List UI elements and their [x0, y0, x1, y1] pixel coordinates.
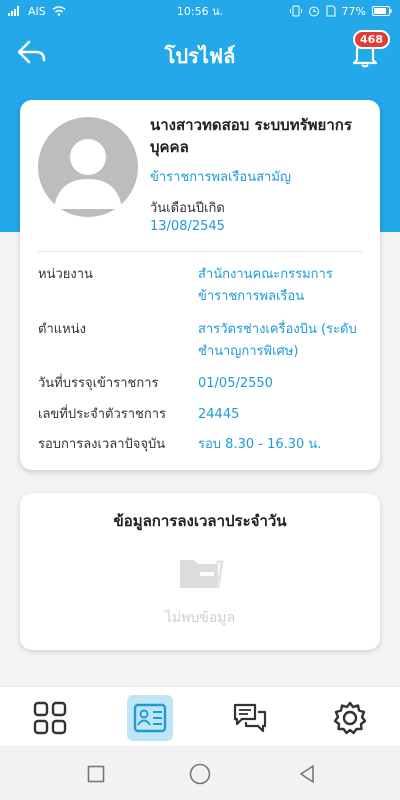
- nav-messages[interactable]: [227, 695, 273, 741]
- recent-apps-button[interactable]: [84, 762, 108, 786]
- info-row-shift: รอบการลงเวลาปัจจุบัน รอบ 8.30 - 16.30 น.: [38, 434, 368, 456]
- info-row-agency: หน่วยงาน สำนักงานคณะกรรมการข้าราชการพลเร…: [38, 264, 368, 308]
- sim-icon: [326, 5, 336, 17]
- system-nav-bar: [0, 746, 400, 800]
- triangle-back-icon: [300, 765, 314, 783]
- nav-settings[interactable]: [327, 695, 373, 741]
- vibrate-icon: [289, 5, 302, 17]
- profile-card: นางสาวทดสอบ ระบบทรัพยากรบุคคล ข้าราชการพ…: [20, 100, 380, 470]
- user-silhouette-icon: [54, 139, 122, 209]
- daily-attendance-card: ข้อมูลการลงเวลาประจำวัน ไม่พบข้อมูล: [20, 493, 380, 650]
- info-label: หน่วยงาน: [38, 267, 93, 282]
- info-label: รอบการลงเวลาปัจจุบัน: [38, 437, 166, 452]
- signal-icon: [8, 6, 19, 16]
- notification-button[interactable]: 468: [350, 30, 390, 70]
- page-title: โปรไฟล์: [164, 44, 236, 68]
- info-value: 24445: [198, 407, 240, 422]
- dob-label: วันเดือนปีเกิด: [150, 201, 225, 216]
- notification-badge: 468: [353, 30, 390, 49]
- info-label: ตำแหน่ง: [38, 322, 86, 337]
- info-value: สำนักงานคณะกรรมการข้าราชการพลเรือน: [198, 267, 333, 304]
- battery-label: 77%: [341, 4, 366, 18]
- alarm-icon: [308, 6, 319, 17]
- empty-state-text: ไม่พบข้อมูล: [164, 610, 236, 626]
- info-value: รอบ 8.30 - 16.30 น.: [198, 437, 322, 452]
- nav-home[interactable]: [27, 695, 73, 741]
- info-row-employee-id: เลขที่ประจำตัวราชการ 24445: [38, 404, 368, 426]
- info-label: วันที่บรรจุเข้าราชการ: [38, 376, 159, 391]
- home-button[interactable]: [188, 762, 212, 786]
- divider: [38, 251, 362, 252]
- grid-icon: [33, 701, 67, 735]
- bottom-nav: [0, 686, 400, 746]
- status-bar: AIS 10:56 น. 77%: [0, 0, 400, 22]
- wifi-icon: [52, 6, 66, 16]
- empty-folder-icon: [178, 556, 224, 596]
- avatar: [38, 117, 138, 217]
- system-back-button[interactable]: [295, 762, 319, 786]
- info-label: เลขที่ประจำตัวราชการ: [38, 407, 167, 422]
- info-row-start-date: วันที่บรรจุเข้าราชการ 01/05/2550: [38, 373, 368, 395]
- gear-icon: [333, 701, 367, 735]
- app-header: โปรไฟล์ 468: [0, 22, 400, 84]
- battery-icon: [372, 6, 392, 16]
- square-icon: [87, 765, 105, 783]
- daily-attendance-title: ข้อมูลการลงเวลาประจำวัน: [113, 512, 287, 530]
- info-value: สารวัตรช่างเครื่องบิน (ระดับชำนาญการพิเศ…: [198, 322, 357, 359]
- dob-value: 13/08/2545: [150, 219, 225, 234]
- profile-rank: ข้าราชการพลเรือนสามัญ: [150, 170, 291, 185]
- nav-profile[interactable]: [127, 695, 173, 741]
- chat-icon: [233, 703, 267, 733]
- info-value: 01/05/2550: [198, 376, 273, 391]
- profile-name: นางสาวทดสอบ ระบบทรัพยากรบุคคล: [150, 116, 352, 156]
- id-card-icon: [133, 703, 167, 733]
- carrier-label: AIS: [28, 4, 46, 18]
- info-row-position: ตำแหน่ง สารวัตรช่างเครื่องบิน (ระดับชำนา…: [38, 319, 368, 363]
- circle-icon: [189, 763, 211, 785]
